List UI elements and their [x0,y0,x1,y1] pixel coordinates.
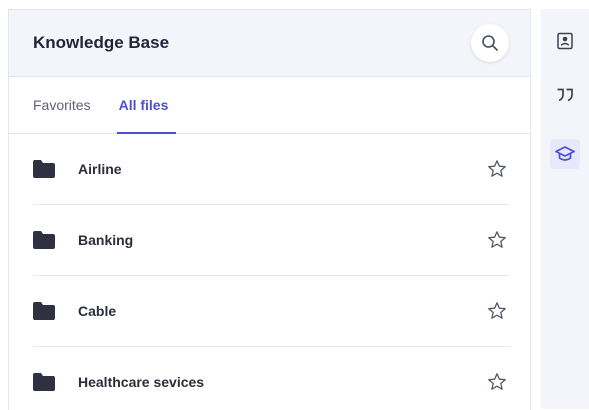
search-button[interactable] [471,24,509,62]
star-outline-icon[interactable] [487,159,507,179]
list-item-cable[interactable]: Cable [33,276,510,347]
contact-card-icon [557,32,573,50]
folder-name: Banking [78,232,134,248]
quotes-button[interactable] [550,80,580,110]
graduation-cap-icon [555,146,575,161]
tab-favorites[interactable]: Favorites [33,77,91,133]
file-list: Airline Banking Cable Healthcare sevices [9,134,530,410]
list-item-airline[interactable]: Airline [33,134,510,205]
knowledge-base-panel: Knowledge Base Favorites All files Airli… [8,9,531,410]
side-rail [541,9,589,409]
panel-header: Knowledge Base [9,10,530,77]
folder-icon [33,302,55,320]
list-item-banking[interactable]: Banking [33,205,510,276]
folder-icon [33,373,55,391]
panel-title: Knowledge Base [33,33,170,52]
search-icon [482,35,498,51]
folder-icon [33,231,55,249]
contact-card-button[interactable] [550,26,580,56]
list-item-healthcare-sevices[interactable]: Healthcare sevices [33,347,510,410]
star-outline-icon[interactable] [487,230,507,250]
training-button[interactable] [550,139,580,169]
tab-bar: Favorites All files [9,77,530,134]
quote-icon [557,88,573,102]
folder-name: Cable [78,303,117,319]
star-outline-icon[interactable] [487,301,507,321]
folder-name: Healthcare sevices [78,374,205,390]
folder-icon [33,160,55,178]
folder-name: Airline [78,161,122,177]
tab-all-files[interactable]: All files [116,77,177,134]
star-outline-icon[interactable] [487,372,507,392]
